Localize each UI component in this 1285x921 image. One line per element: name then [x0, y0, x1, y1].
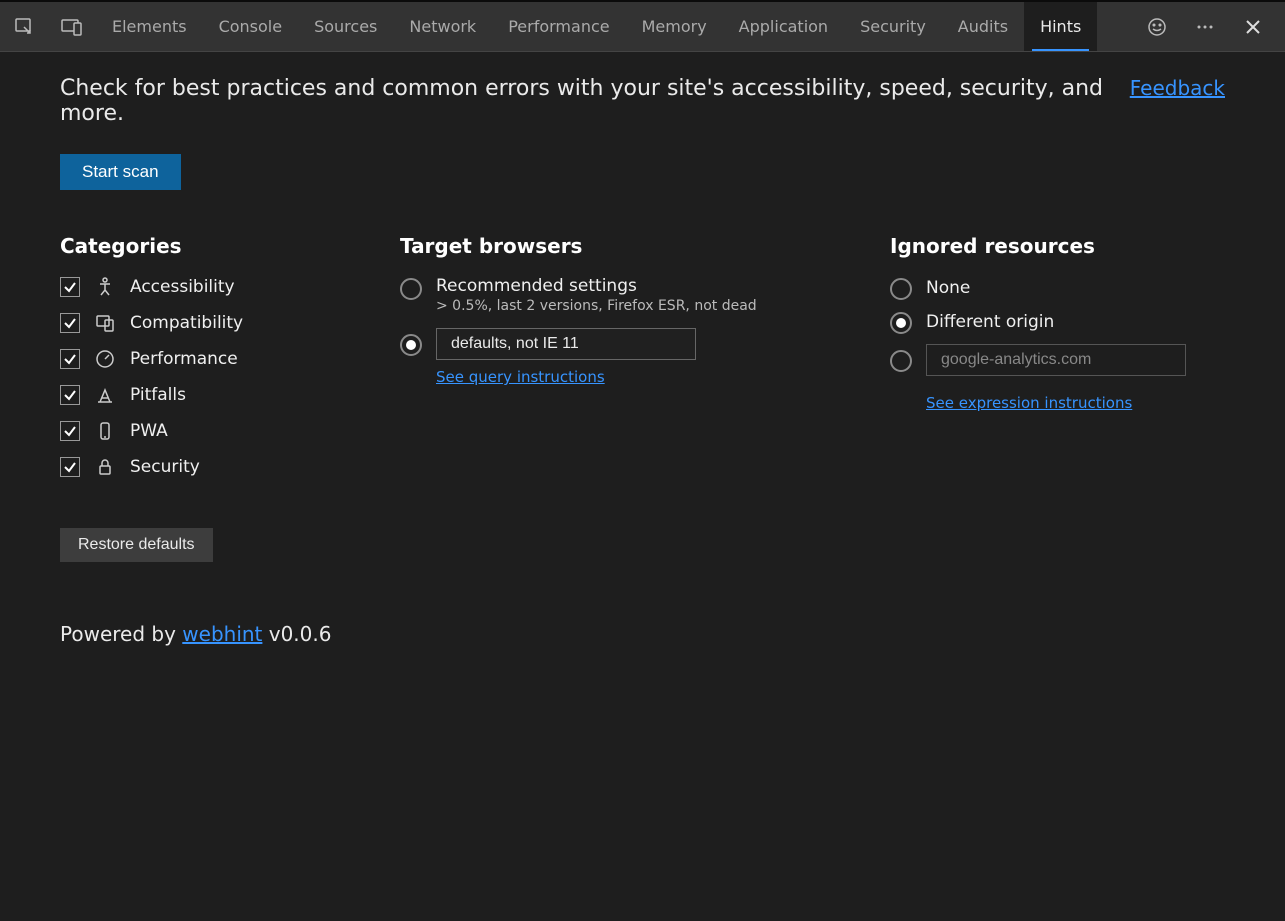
browserslist-input[interactable] — [436, 328, 696, 360]
category-performance-label: Performance — [130, 349, 238, 369]
tab-audits[interactable]: Audits — [942, 2, 1024, 51]
category-performance: Performance — [60, 348, 360, 370]
ignored-none-radio[interactable] — [890, 278, 912, 300]
security-icon — [94, 456, 116, 478]
category-compatibility-label: Compatibility — [130, 313, 243, 333]
devtools-tabbar: ElementsConsoleSourcesNetworkPerformance… — [0, 2, 1285, 52]
compatibility-icon — [94, 312, 116, 334]
target-browsers-heading: Target browsers — [400, 234, 850, 258]
accessibility-icon — [94, 276, 116, 298]
recommended-settings-radio[interactable] — [400, 278, 422, 300]
tab-sources[interactable]: Sources — [298, 2, 393, 51]
restore-defaults-button[interactable]: Restore defaults — [60, 528, 213, 562]
device-toolbar-icon[interactable] — [48, 2, 96, 51]
category-security: Security — [60, 456, 360, 478]
category-pitfalls-label: Pitfalls — [130, 385, 186, 405]
query-instructions-link[interactable]: See query instructions — [436, 368, 605, 386]
pwa-icon — [94, 420, 116, 442]
tab-security[interactable]: Security — [844, 2, 942, 51]
category-security-label: Security — [130, 457, 200, 477]
category-pwa-label: PWA — [130, 421, 168, 441]
tab-console[interactable]: Console — [203, 2, 299, 51]
recommended-settings-label: Recommended settings — [436, 276, 757, 296]
category-performance-checkbox[interactable] — [60, 349, 80, 369]
powered-by: Powered by webhint v0.0.6 — [60, 622, 1225, 646]
ignored-different-origin-label: Different origin — [926, 312, 1054, 332]
recommended-settings-sublabel: > 0.5%, last 2 versions, Firefox ESR, no… — [436, 298, 757, 314]
ignored-different-origin-radio[interactable] — [890, 312, 912, 334]
ignored-resources-heading: Ignored resources — [890, 234, 1225, 258]
category-compatibility-checkbox[interactable] — [60, 313, 80, 333]
webhint-link[interactable]: webhint — [182, 622, 262, 646]
more-options-icon[interactable] — [1185, 17, 1225, 37]
performance-icon — [94, 348, 116, 370]
category-compatibility: Compatibility — [60, 312, 360, 334]
tab-performance[interactable]: Performance — [492, 2, 625, 51]
category-accessibility: Accessibility — [60, 276, 360, 298]
categories-heading: Categories — [60, 234, 360, 258]
tab-application[interactable]: Application — [723, 2, 844, 51]
custom-browserslist-radio[interactable] — [400, 334, 422, 356]
tab-elements[interactable]: Elements — [96, 2, 203, 51]
start-scan-button[interactable]: Start scan — [60, 154, 181, 190]
tab-memory[interactable]: Memory — [626, 2, 723, 51]
category-pitfalls: Pitfalls — [60, 384, 360, 406]
inspect-element-icon[interactable] — [0, 2, 48, 51]
category-accessibility-checkbox[interactable] — [60, 277, 80, 297]
ignored-custom-radio[interactable] — [890, 350, 912, 372]
category-security-checkbox[interactable] — [60, 457, 80, 477]
feedback-link[interactable]: Feedback — [1130, 76, 1225, 100]
feedback-smiley-icon[interactable] — [1137, 17, 1177, 37]
hints-tagline: Check for best practices and common erro… — [60, 76, 1130, 126]
pitfalls-icon — [94, 384, 116, 406]
expression-instructions-link[interactable]: See expression instructions — [926, 394, 1132, 412]
category-pwa-checkbox[interactable] — [60, 421, 80, 441]
category-accessibility-label: Accessibility — [130, 277, 235, 297]
tab-hints[interactable]: Hints — [1024, 2, 1097, 51]
category-pwa: PWA — [60, 420, 360, 442]
ignored-none-label: None — [926, 278, 970, 298]
tab-network[interactable]: Network — [393, 2, 492, 51]
category-pitfalls-checkbox[interactable] — [60, 385, 80, 405]
close-icon[interactable] — [1233, 18, 1273, 36]
ignored-expression-input[interactable] — [926, 344, 1186, 376]
